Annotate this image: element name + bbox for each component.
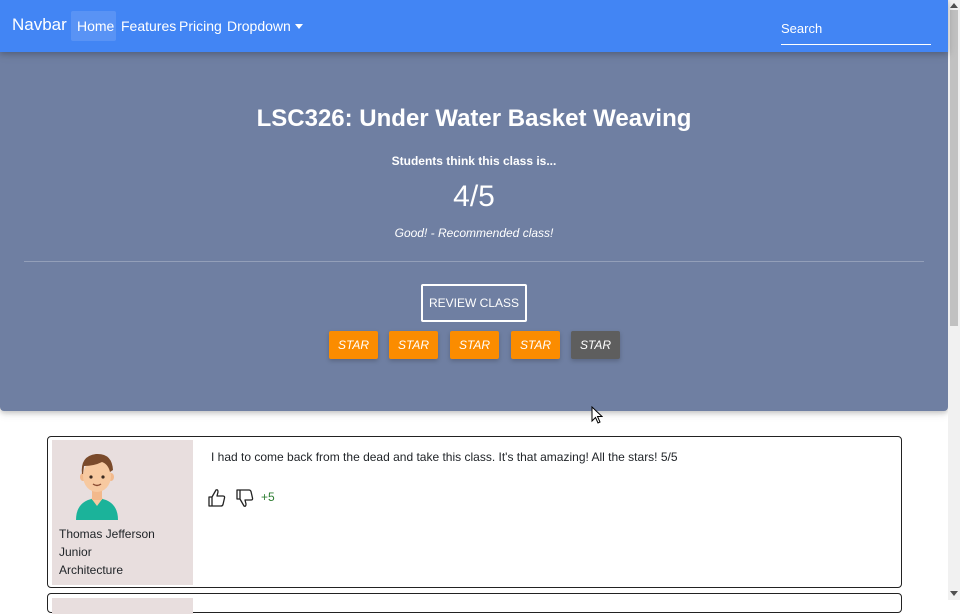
course-score: 4/5: [453, 180, 495, 213]
reviewer-profile: [52, 598, 193, 614]
star-button-2[interactable]: STAR: [389, 331, 438, 359]
scroll-down-arrow-icon[interactable]: [950, 591, 958, 596]
reviewer-major: Architecture: [59, 563, 124, 577]
navbar: Navbar Home Features Pricing Dropdown: [0, 0, 948, 52]
course-title: LSC326: Under Water Basket Weaving: [256, 105, 692, 132]
divider: [24, 261, 924, 262]
nav-pricing[interactable]: Pricing: [173, 11, 228, 41]
course-jumbotron: LSC326: Under Water Basket Weaving Stude…: [0, 52, 948, 411]
scroll-up-arrow-icon[interactable]: [950, 3, 958, 8]
star-button-4[interactable]: STAR: [511, 331, 560, 359]
reviewer-name: Thomas Jefferson: [59, 527, 155, 541]
nav-dropdown[interactable]: Dropdown: [221, 11, 309, 41]
course-subtitle: Students think this class is...: [391, 154, 557, 168]
review-text: I had to come back from the dead and tak…: [211, 450, 678, 464]
mouse-cursor-icon: [591, 406, 603, 424]
star-button-3[interactable]: STAR: [450, 331, 499, 359]
star-button-1[interactable]: STAR: [329, 331, 378, 359]
review-class-button[interactable]: REVIEW CLASS: [421, 284, 527, 322]
nav-home[interactable]: Home: [71, 11, 116, 41]
caret-down-icon: [294, 24, 303, 29]
avatar: [76, 453, 118, 520]
scrollbar-thumb[interactable]: [950, 10, 958, 326]
reviewer-profile: Thomas Jefferson Junior Architecture: [52, 440, 193, 585]
scrollbar[interactable]: [948, 0, 960, 600]
nav-dropdown-label: Dropdown: [227, 18, 291, 34]
vote-count: +5: [261, 490, 275, 504]
review-card: [47, 593, 902, 614]
course-verdict: Good! - Recommended class!: [394, 226, 554, 240]
thumbs-down-icon[interactable]: [235, 488, 255, 508]
review-card: Thomas Jefferson Junior Architecture I h…: [47, 436, 902, 588]
search-input[interactable]: [781, 12, 931, 45]
thumbs-up-icon[interactable]: [207, 488, 227, 508]
navbar-brand[interactable]: Navbar: [12, 15, 67, 35]
star-button-5[interactable]: STAR: [571, 331, 620, 359]
reviewer-year: Junior: [59, 545, 92, 559]
